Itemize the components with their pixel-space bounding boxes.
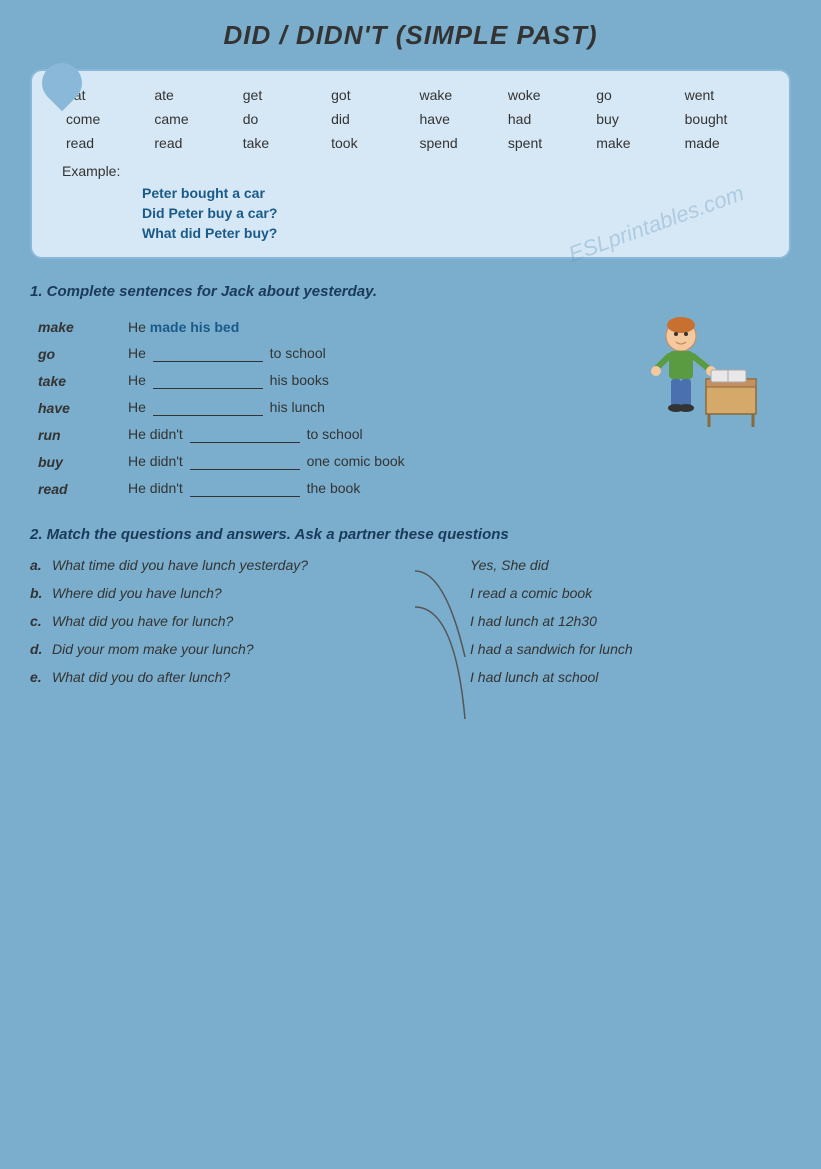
vocab-word: come <box>62 109 150 129</box>
match-q-label-a: a. <box>30 557 52 573</box>
match-layout: a. What time did you have lunch yesterda… <box>30 557 791 742</box>
blank-field[interactable] <box>190 453 300 470</box>
match-answer-2: I read a comic book <box>470 585 791 601</box>
match-question-d: Did your mom make your lunch? <box>52 641 254 657</box>
vocab-word: make <box>592 133 680 153</box>
vocab-box: eat ate get got wake woke go went come c… <box>30 69 791 259</box>
match-question-b: Where did you have lunch? <box>52 585 222 601</box>
vocab-word: made <box>681 133 769 153</box>
table-row: read He didn't the book <box>30 475 791 502</box>
blank-field[interactable] <box>190 426 300 443</box>
vocab-word: read <box>150 133 238 153</box>
match-question-a: What time did you have lunch yesterday? <box>52 557 308 573</box>
verb-cell: go <box>30 340 120 367</box>
example-line-2: Did Peter buy a car? <box>142 205 769 221</box>
vocab-word: bought <box>681 109 769 129</box>
sentence-text: He made his bed <box>128 319 239 335</box>
match-question-c: What did you have for lunch? <box>52 613 233 629</box>
page-title: DID / DIDN'T (SIMPLE PAST) <box>30 20 791 51</box>
blank-field[interactable] <box>190 480 300 497</box>
blank-field[interactable] <box>153 345 263 362</box>
boy-illustration <box>651 314 761 429</box>
vocab-word: woke <box>504 85 592 105</box>
exercise1-container: make He made his bed go He to school tak… <box>30 314 791 502</box>
answers-column: Yes, She did I read a comic book I had l… <box>470 557 791 697</box>
vocab-word: spend <box>416 133 504 153</box>
match-answer-4: I had a sandwich for lunch <box>470 641 791 657</box>
vocab-word: spent <box>504 133 592 153</box>
example-section: Example: Peter bought a car Did Peter bu… <box>62 163 769 241</box>
example-label: Example: <box>62 163 120 179</box>
vocab-word: do <box>239 109 327 129</box>
match-q-label-d: d. <box>30 641 52 657</box>
match-q-item-c: c. What did you have for lunch? <box>30 613 410 629</box>
vocab-word: had <box>504 109 592 129</box>
vocab-word: take <box>239 133 327 153</box>
vocab-word: eat <box>62 85 150 105</box>
vocab-word: go <box>592 85 680 105</box>
verb-cell: make <box>30 314 120 340</box>
answer-made: made his bed <box>150 319 239 335</box>
vocab-word: ate <box>150 85 238 105</box>
blank-field[interactable] <box>153 399 263 416</box>
match-question-e: What did you do after lunch? <box>52 669 230 685</box>
verb-cell: read <box>30 475 120 502</box>
match-answer-5: I had lunch at school <box>470 669 791 685</box>
connector-area <box>410 557 470 742</box>
example-line-3: What did Peter buy? <box>142 225 769 241</box>
match-q-label-b: b. <box>30 585 52 601</box>
verb-cell: take <box>30 367 120 394</box>
vocab-word: went <box>681 85 769 105</box>
exercise2-section: 2. Match the questions and answers. Ask … <box>30 526 791 742</box>
vocab-word: got <box>327 85 415 105</box>
match-container: a. What time did you have lunch yesterda… <box>30 557 791 742</box>
match-q-label-e: e. <box>30 669 52 685</box>
questions-column: a. What time did you have lunch yesterda… <box>30 557 410 697</box>
table-row: buy He didn't one comic book <box>30 448 791 475</box>
match-answer-3: I had lunch at 12h30 <box>470 613 791 629</box>
exercise1-section: 1. Complete sentences for Jack about yes… <box>30 283 791 502</box>
example-line-1: Peter bought a car <box>142 185 769 201</box>
vocab-word: did <box>327 109 415 129</box>
vocab-word: have <box>416 109 504 129</box>
vocab-word: read <box>62 133 150 153</box>
match-q-label-c: c. <box>30 613 52 629</box>
vocab-word: came <box>150 109 238 129</box>
match-q-item-b: b. Where did you have lunch? <box>30 585 410 601</box>
vocab-word: get <box>239 85 327 105</box>
exercise1-heading: 1. Complete sentences for Jack about yes… <box>30 283 791 300</box>
vocab-word: buy <box>592 109 680 129</box>
sentence-cell: He didn't the book <box>120 475 791 502</box>
vocab-grid: eat ate get got wake woke go went come c… <box>62 85 769 153</box>
exercise2-heading: 2. Match the questions and answers. Ask … <box>30 526 791 543</box>
match-q-item-a: a. What time did you have lunch yesterda… <box>30 557 410 573</box>
blank-field[interactable] <box>153 372 263 389</box>
verb-cell: run <box>30 421 120 448</box>
sentence-cell: He didn't one comic book <box>120 448 791 475</box>
match-answer-1: Yes, She did <box>470 557 791 573</box>
verb-cell: buy <box>30 448 120 475</box>
vocab-word: took <box>327 133 415 153</box>
vocab-word: wake <box>416 85 504 105</box>
match-q-item-d: d. Did your mom make your lunch? <box>30 641 410 657</box>
match-q-item-e: e. What did you do after lunch? <box>30 669 410 685</box>
verb-cell: have <box>30 394 120 421</box>
